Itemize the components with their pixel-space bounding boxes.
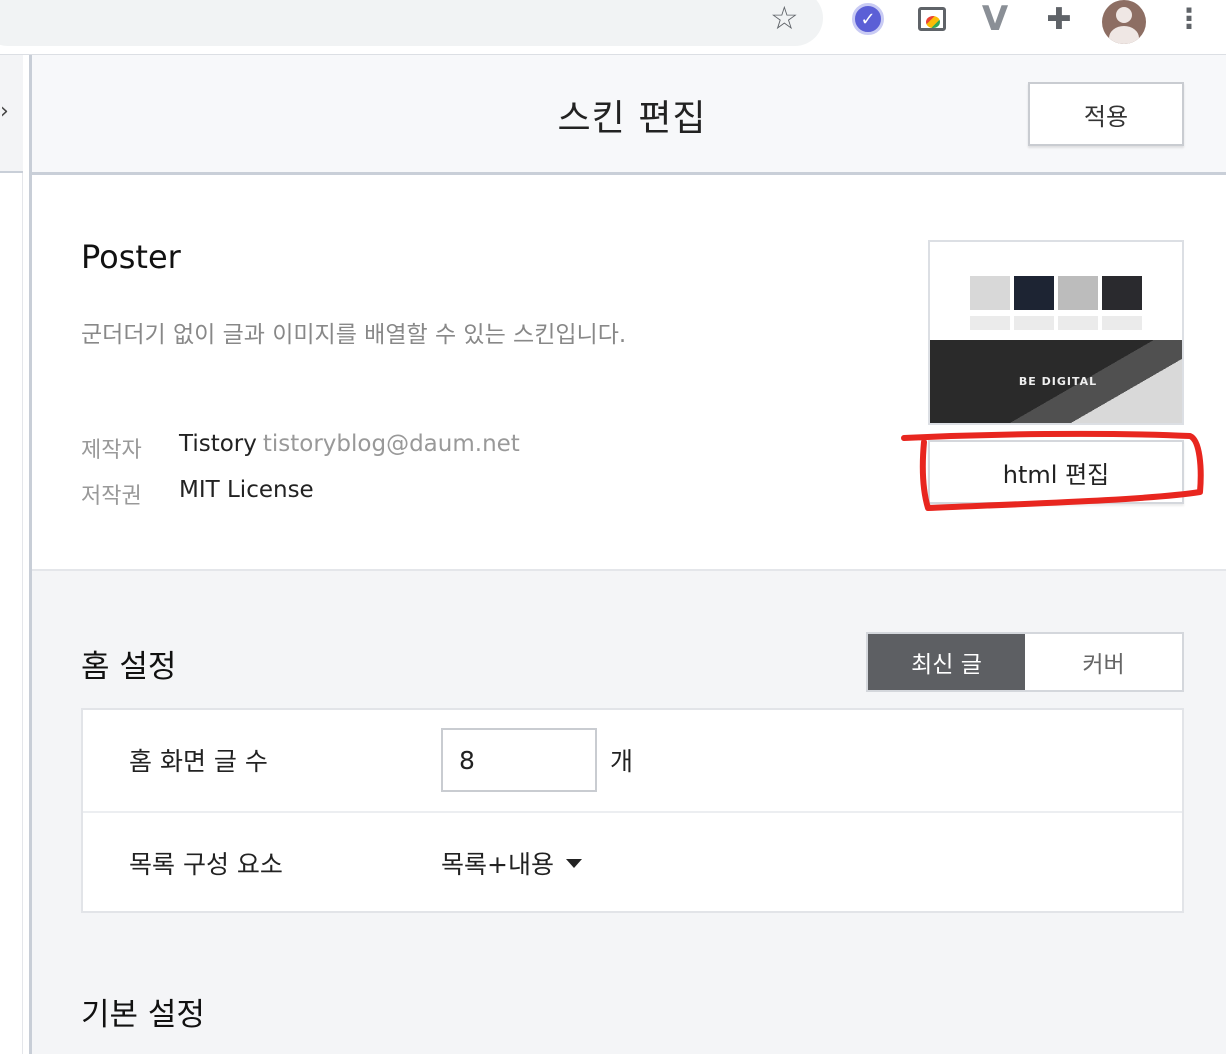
thumbnail-tiles	[970, 276, 1142, 310]
chevron-right-icon[interactable]: ›	[0, 99, 9, 124]
skin-thumbnail: BE DIGITAL	[928, 240, 1184, 425]
home-settings-title: 홈 설정	[81, 649, 177, 685]
license-value: MIT License	[179, 477, 314, 503]
skin-editor: 스킨 편집 적용 Poster 군더더기 없이 글과 이미지를 배열할 수 있는…	[32, 55, 1226, 1054]
address-bar[interactable]	[0, 0, 823, 46]
skin-description: 군더더기 없이 글과 이미지를 배열할 수 있는 스킨입니다.	[81, 322, 627, 348]
thumbnail-text-lines	[970, 316, 1146, 330]
side-panel: ›	[0, 55, 23, 1054]
post-count-unit: 개	[610, 747, 634, 776]
thumbnail-tile	[1014, 276, 1054, 310]
list-components-row: 목록 구성 요소 목록+내용	[83, 811, 1182, 912]
home-settings-section: 홈 설정 최신 글 커버 홈 화면 글 수 개 목록 구성 요소 목록+내용 기…	[32, 571, 1226, 1054]
list-components-value: 목록+내용	[441, 850, 554, 879]
skin-info-section: Poster 군더더기 없이 글과 이미지를 배열할 수 있는 스킨입니다. 제…	[32, 178, 1226, 571]
home-settings-box: 홈 화면 글 수 개 목록 구성 요소 목록+내용	[81, 708, 1184, 913]
thumbnail-banner-text: BE DIGITAL	[1018, 375, 1098, 388]
apply-button[interactable]: 적용	[1028, 82, 1184, 146]
post-count-input[interactable]	[441, 728, 597, 792]
list-components-select[interactable]: 목록+내용	[441, 845, 582, 881]
browser-toolbar: ☆ ✓ V ✚ ⋮	[0, 0, 1226, 55]
thumbnail-tile	[1058, 276, 1098, 310]
author-email: tistoryblog@daum.net	[262, 431, 520, 457]
author-value: Tistory tistoryblog@daum.net	[179, 431, 520, 457]
cast-extension-icon[interactable]	[915, 2, 949, 36]
thumbnail-tile	[970, 276, 1010, 310]
editor-header: 스킨 편집 적용	[32, 55, 1226, 175]
side-panel-header: ›	[0, 55, 23, 173]
basic-settings-title: 기본 설정	[81, 997, 205, 1033]
thumbnail-header	[930, 242, 1182, 262]
html-edit-button[interactable]: html 편집	[928, 440, 1184, 504]
author-label: 제작자	[81, 438, 142, 463]
skin-name: Poster	[81, 238, 181, 276]
post-count-row: 홈 화면 글 수 개	[83, 710, 1182, 811]
toggle-cover[interactable]: 커버	[1025, 634, 1182, 690]
toggle-latest-posts[interactable]: 최신 글	[868, 634, 1025, 690]
caret-down-icon	[565, 858, 582, 868]
puzzle-icon[interactable]: ✚	[1042, 2, 1076, 37]
license-label: 저작권	[81, 484, 142, 509]
list-components-label: 목록 구성 요소	[129, 850, 283, 879]
home-mode-toggle: 최신 글 커버	[866, 632, 1184, 692]
avatar[interactable]	[1102, 0, 1146, 44]
check-extension-icon[interactable]: ✓	[851, 2, 885, 36]
post-count-label: 홈 화면 글 수	[129, 747, 268, 776]
thumbnail-tile	[1102, 276, 1142, 310]
star-icon[interactable]: ☆	[770, 2, 799, 34]
more-vert-icon[interactable]: ⋮	[1172, 2, 1206, 36]
author-name: Tistory	[179, 431, 257, 457]
v-extension-icon[interactable]: V	[978, 0, 1012, 39]
